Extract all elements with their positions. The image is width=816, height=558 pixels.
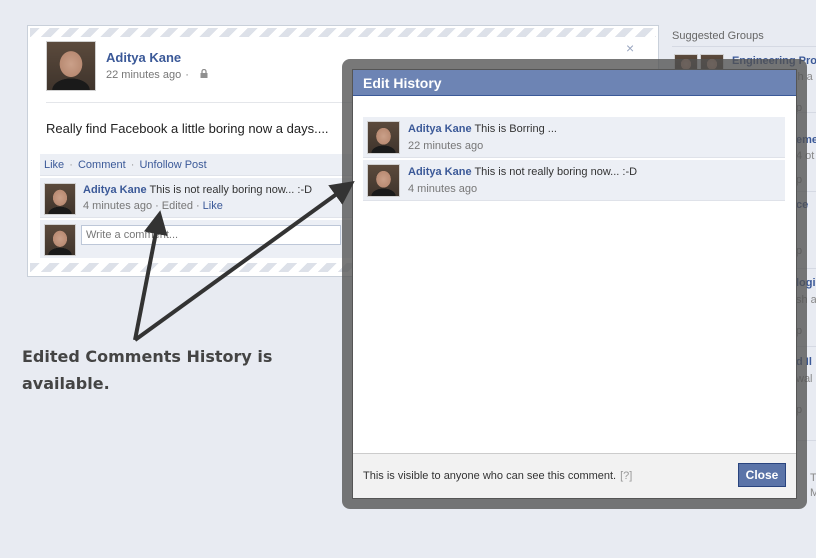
sidebar-fragment: T (810, 472, 816, 484)
dialog-title: Edit History (353, 70, 796, 96)
comment-body: Aditya Kane This is not really boring no… (83, 184, 312, 196)
meta-separator: · (155, 200, 159, 212)
edit-history-dialog: Edit History Aditya Kane This is Borring… (352, 69, 797, 499)
comment-like-link[interactable]: Like (203, 200, 223, 212)
lock-icon[interactable] (200, 69, 208, 78)
dialog-footer: This is visible to anyone who can see th… (353, 453, 796, 498)
close-button[interactable]: Close (738, 463, 786, 487)
history-time: 4 minutes ago (408, 183, 478, 195)
comment-author-name[interactable]: Aditya Kane (83, 184, 147, 196)
comment-meta: 4 minutes ago · Edited · Like (83, 200, 223, 212)
history-time: 22 minutes ago (408, 140, 484, 152)
meta-separator: · (195, 200, 200, 212)
comment-link[interactable]: Comment (78, 159, 126, 171)
sidebar-fragment: M (810, 487, 816, 499)
history-text: This is not really boring now... :-D (474, 166, 638, 178)
like-link[interactable]: Like (44, 159, 64, 171)
history-author-avatar[interactable] (367, 164, 400, 197)
history-text: This is Borring ... (474, 123, 557, 135)
sidebar-title: Suggested Groups (672, 30, 764, 42)
write-comment-input[interactable] (81, 225, 341, 245)
post-timestamp: 22 minutes ago · (106, 69, 193, 81)
edited-link[interactable]: Edited (162, 200, 193, 212)
help-link[interactable]: [?] (620, 470, 632, 482)
history-author-name[interactable]: Aditya Kane (408, 166, 472, 178)
history-author-name[interactable]: Aditya Kane (408, 123, 472, 135)
edit-history-dialog-frame: Edit History Aditya Kane This is Borring… (342, 59, 807, 509)
footer-info: This is visible to anyone who can see th… (363, 470, 632, 482)
history-author-avatar[interactable] (367, 121, 400, 154)
history-line: Aditya Kane This is not really boring no… (408, 166, 637, 178)
history-line: Aditya Kane This is Borring ... (408, 123, 557, 135)
footer-text: This is visible to anyone who can see th… (363, 470, 617, 482)
comment-author-avatar[interactable] (44, 183, 76, 215)
post-text: Really find Facebook a little boring now… (46, 121, 329, 136)
history-item: Aditya Kane This is Borring ... 22 minut… (363, 117, 785, 158)
post-time-text[interactable]: 22 minutes ago (106, 69, 181, 81)
post-author-name[interactable]: Aditya Kane (106, 50, 181, 65)
post-time-dot: · (185, 69, 189, 81)
action-separator: · (69, 159, 73, 171)
comment-time[interactable]: 4 minutes ago (83, 200, 152, 212)
sidebar-divider (672, 46, 816, 47)
close-icon[interactable]: × (626, 40, 634, 56)
action-separator: · (130, 159, 135, 171)
history-item: Aditya Kane This is not really boring no… (363, 160, 785, 201)
post-author-avatar[interactable] (46, 41, 96, 91)
card-top-stripe (30, 28, 656, 37)
unfollow-post-link[interactable]: Unfollow Post (139, 159, 206, 171)
current-user-avatar (44, 224, 76, 256)
annotation-text: Edited Comments History is available. (22, 347, 273, 393)
comment-text: This is not really boring now... :-D (149, 184, 313, 196)
